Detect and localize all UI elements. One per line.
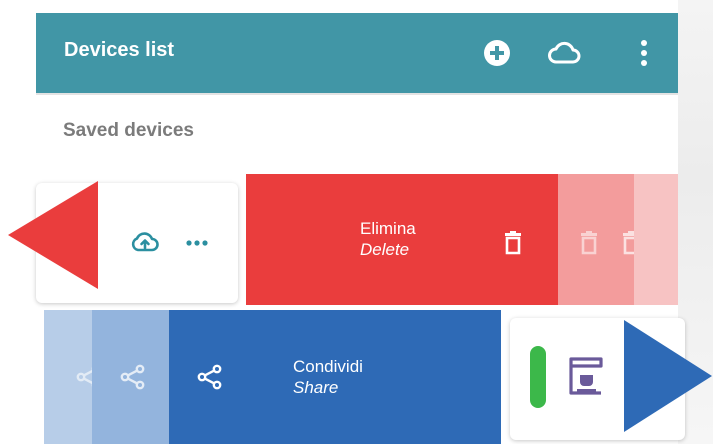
section-label: Saved devices [63,120,194,141]
trash-icon[interactable] [502,229,524,257]
delete-label-en: Delete [360,240,410,259]
more-horizontal-icon[interactable] [182,233,212,253]
app-title: Devices list [64,39,175,61]
cloud-upload-icon[interactable] [128,227,162,257]
more-vertical-icon[interactable] [624,33,664,73]
delete-action-text: Elimina Delete [360,218,416,260]
share-action-text: Condividi Share [293,356,363,398]
delete-label-it: Elimina [360,219,416,238]
share-label-it: Condividi [293,357,363,376]
trash-icon [578,229,600,257]
swipe-left-arrow [8,181,98,289]
coffee-machine-icon [566,354,606,398]
share-icon [118,362,148,392]
share-action[interactable]: Condividi Share [169,310,501,444]
delete-action-trail [558,174,639,305]
status-indicator [530,346,546,408]
share-label-en: Share [293,378,339,397]
divider [36,93,678,95]
swipe-right-arrow [624,320,712,432]
share-icon[interactable] [195,362,225,392]
share-action-trail-light [44,310,101,444]
add-circle-icon[interactable] [477,33,517,73]
app-bar: Devices list [36,13,678,93]
share-action-trail [92,310,169,444]
cloud-outline-icon[interactable] [544,33,584,73]
delete-action-trail-light [634,174,678,305]
delete-action[interactable]: Elimina Delete [246,174,558,305]
